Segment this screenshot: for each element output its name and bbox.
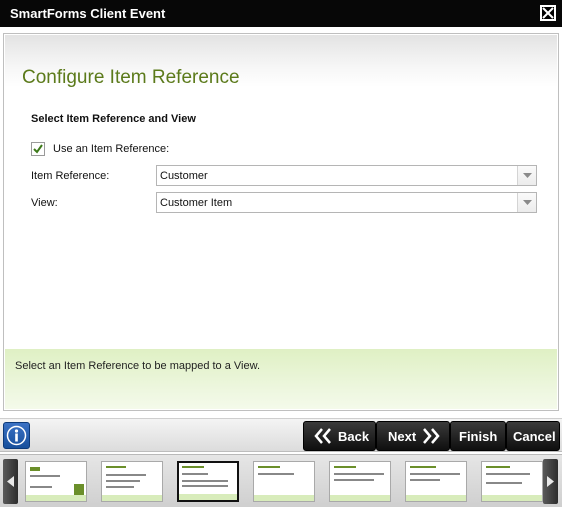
step-thumbnail-selected[interactable] xyxy=(177,461,239,502)
next-chevron-icon xyxy=(423,428,440,444)
step-thumbnail[interactable] xyxy=(481,461,543,502)
back-button[interactable]: Back xyxy=(303,421,376,451)
next-label: Next xyxy=(388,429,417,444)
scroll-left-button[interactable] xyxy=(3,459,18,504)
section-title: Select Item Reference and View xyxy=(31,113,196,125)
wizard-panel: Configure Item Reference Select Item Ref… xyxy=(3,33,559,411)
view-value: Customer Item xyxy=(160,197,233,209)
next-button[interactable]: Next xyxy=(376,421,450,451)
item-reference-label: Item Reference: xyxy=(31,170,110,182)
info-icon xyxy=(6,425,27,446)
use-item-reference-checkbox[interactable] xyxy=(31,142,45,156)
step-thumbnail[interactable] xyxy=(101,461,163,502)
item-reference-dropdown[interactable]: Customer xyxy=(156,165,537,186)
step-thumbnail[interactable] xyxy=(25,461,87,502)
dropdown-arrow-icon xyxy=(523,200,532,205)
use-item-reference-label: Use an Item Reference: xyxy=(53,143,170,155)
step-thumbnail[interactable] xyxy=(253,461,315,502)
scroll-left-icon xyxy=(7,476,14,487)
wizard-steps-strip xyxy=(0,454,562,507)
finish-label: Finish xyxy=(459,429,498,444)
view-dropdown[interactable]: Customer Item xyxy=(156,192,537,213)
window-titlebar: SmartForms Client Event xyxy=(0,0,562,27)
cancel-label: Cancel xyxy=(513,429,556,444)
back-label: Back xyxy=(338,429,370,444)
page-title: Configure Item Reference xyxy=(22,67,240,88)
close-button[interactable] xyxy=(540,5,556,21)
step-thumbnail[interactable] xyxy=(329,461,391,502)
item-reference-value: Customer xyxy=(160,170,208,182)
finish-button[interactable]: Finish xyxy=(450,421,506,451)
info-button[interactable] xyxy=(3,422,30,449)
view-label: View: xyxy=(31,197,58,209)
wizard-toolbar: Back Next Finish Cancel xyxy=(0,418,562,452)
close-icon xyxy=(542,7,554,19)
checkmark-icon xyxy=(33,144,43,154)
view-dropdown-toggle[interactable] xyxy=(517,193,536,212)
scroll-right-button[interactable] xyxy=(543,459,558,504)
info-bar: Select an Item Reference to be mapped to… xyxy=(5,349,557,409)
item-reference-dropdown-toggle[interactable] xyxy=(517,166,536,185)
back-chevron-icon xyxy=(314,428,331,444)
step-thumbnail[interactable] xyxy=(405,461,467,502)
wizard-header: Configure Item Reference xyxy=(5,35,557,88)
window-title: SmartForms Client Event xyxy=(10,6,166,21)
info-text: Select an Item Reference to be mapped to… xyxy=(15,360,261,372)
dropdown-arrow-icon xyxy=(523,173,532,178)
scroll-right-icon xyxy=(547,476,554,487)
cancel-button[interactable]: Cancel xyxy=(506,421,560,451)
